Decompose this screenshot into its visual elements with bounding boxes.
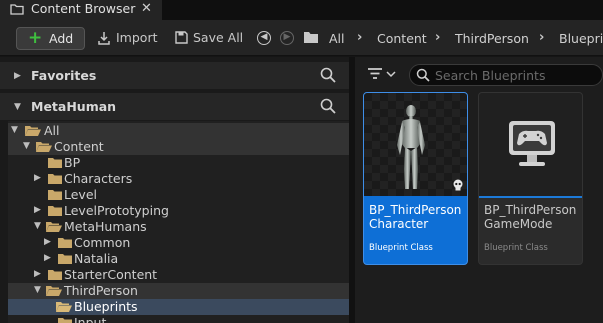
tab-strip: Content Browser ✕ [0, 0, 603, 20]
chevron-right-icon: ▶ [34, 269, 41, 279]
chevron-right-icon: ▶ [34, 173, 41, 183]
chevron-right-icon: ▶ [44, 237, 51, 247]
folder-icon [57, 253, 73, 268]
save-all-button[interactable]: Save All [175, 30, 243, 45]
asset-type-bar [479, 196, 582, 198]
save-all-button-label: Save All [193, 30, 244, 45]
plus-icon: + [28, 28, 43, 48]
breadcrumb-content[interactable]: Content [377, 31, 427, 46]
back-button[interactable]: ◀ [257, 31, 271, 45]
folder-tree: ▼ All ▼ Content BP ▶ Characters Level ▶ … [8, 121, 349, 323]
asset-type-bar [364, 196, 467, 198]
breadcrumb-blueprints[interactable]: Blueprints [559, 31, 603, 46]
chevron-down-icon: ▼ [14, 102, 21, 112]
tree-item-thirdperson[interactable]: ▼ ThirdPerson [8, 283, 349, 299]
folder-icon [47, 205, 63, 220]
tree-item-level[interactable]: Level [8, 187, 349, 203]
tree-item-blueprints[interactable]: Blueprints [8, 299, 349, 315]
chevron-right-icon: ▶ [44, 253, 51, 263]
tree-item-label: Content [54, 139, 104, 154]
tree-item-label: ThirdPerson [64, 283, 138, 298]
add-button-label: Add [49, 31, 74, 46]
tree-item-bp[interactable]: BP [8, 155, 349, 171]
folder-icon [57, 317, 73, 323]
tree-item-content[interactable]: ▼ Content [8, 139, 349, 155]
toolbar: + Add Import Save All ◀ ▶ All › Content … [0, 20, 603, 56]
chevron-right-icon: ▶ [14, 71, 21, 81]
skull-icon [451, 178, 465, 195]
asset-class: Blueprint Class [484, 243, 548, 253]
chevron-down-icon: ▼ [23, 141, 30, 151]
asset-name: BP_ThirdPerson GameMode [484, 203, 577, 231]
project-header[interactable]: ▼ MetaHuman [0, 93, 349, 120]
tree-item-levelprototyping[interactable]: ▶ LevelPrototyping [8, 203, 349, 219]
tree-item-characters[interactable]: ▶ Characters [8, 171, 349, 187]
tree-item-label: All [44, 123, 60, 138]
tree-item-label: LevelPrototyping [64, 203, 169, 218]
folder-icon [47, 173, 63, 188]
filter-icon[interactable] [367, 67, 397, 84]
open-folder-icon [45, 285, 63, 300]
folder-icon [47, 269, 63, 284]
folder-icon [47, 157, 63, 172]
open-folder-icon [24, 125, 42, 140]
asset-view: BP_ThirdPerson Character Blueprint Class… [355, 57, 603, 323]
breadcrumb-thirdperson[interactable]: ThirdPerson [455, 31, 529, 46]
tree-item-label: Input [74, 315, 107, 323]
search-icon[interactable] [320, 98, 336, 117]
asset-tile-gamemode[interactable]: BP_ThirdPerson GameMode Blueprint Class [478, 92, 583, 265]
asset-class: Blueprint Class [369, 243, 433, 253]
chevron-right-icon: › [357, 30, 363, 45]
chevron-right-icon: ▶ [34, 205, 41, 215]
tree-item-label: Blueprints [74, 299, 138, 314]
tree-item-startercontent[interactable]: ▶ StarterContent [8, 267, 349, 283]
chevron-down-icon: ▼ [11, 125, 18, 135]
folder-icon [57, 237, 73, 252]
favorites-title: Favorites [31, 68, 97, 83]
tree-item-label: Natalia [74, 251, 119, 266]
tree-item-common[interactable]: ▶ Common [8, 235, 349, 251]
tree-item-metahumans[interactable]: ▼ MetaHumans [8, 219, 349, 235]
tree-item-input[interactable]: Input [8, 315, 349, 323]
tree-item-label: StarterContent [64, 267, 158, 282]
favorites-header[interactable]: ▶ Favorites [0, 62, 349, 89]
chevron-right-icon: › [435, 30, 441, 45]
tab-title: Content Browser [31, 1, 136, 16]
import-icon [98, 31, 110, 45]
folder-icon [10, 3, 24, 15]
tab-content-browser[interactable]: Content Browser ✕ [0, 0, 162, 20]
chevron-down-icon: ▼ [34, 221, 41, 231]
search-input[interactable] [435, 67, 595, 83]
import-button[interactable]: Import [97, 30, 158, 45]
gamepad-monitor-icon [479, 93, 582, 196]
add-button[interactable]: + Add [16, 27, 85, 50]
search-field[interactable] [409, 64, 603, 86]
search-icon[interactable] [320, 67, 336, 86]
close-icon[interactable]: ✕ [141, 1, 152, 16]
tree-item-natalia[interactable]: ▶ Natalia [8, 251, 349, 267]
tree-item-label: Level [64, 187, 97, 202]
tree-item-label: MetaHumans [64, 219, 147, 234]
forward-button[interactable]: ▶ [280, 31, 294, 45]
asset-name: BP_ThirdPerson Character [369, 203, 462, 231]
folder-icon [303, 31, 319, 47]
tree-item-label: Common [74, 235, 131, 250]
tree-item-label: BP [64, 155, 81, 170]
sources-panel: ▶ Favorites ▼ MetaHuman ▼ All ▼ Content … [0, 57, 349, 323]
open-folder-icon [55, 301, 73, 316]
tree-item-all[interactable]: ▼ All [8, 123, 349, 139]
chevron-right-icon: › [539, 30, 545, 45]
open-folder-icon [45, 221, 63, 236]
folder-icon [47, 189, 63, 204]
import-button-label: Import [116, 30, 158, 45]
asset-tile-character[interactable]: BP_ThirdPerson Character Blueprint Class [363, 92, 468, 265]
project-title: MetaHuman [31, 99, 117, 114]
breadcrumb-all[interactable]: All [329, 31, 345, 46]
open-folder-icon [35, 141, 53, 156]
save-icon [175, 31, 188, 44]
tree-item-label: Characters [64, 171, 133, 186]
chevron-down-icon: ▼ [34, 285, 41, 295]
search-icon [416, 68, 430, 85]
